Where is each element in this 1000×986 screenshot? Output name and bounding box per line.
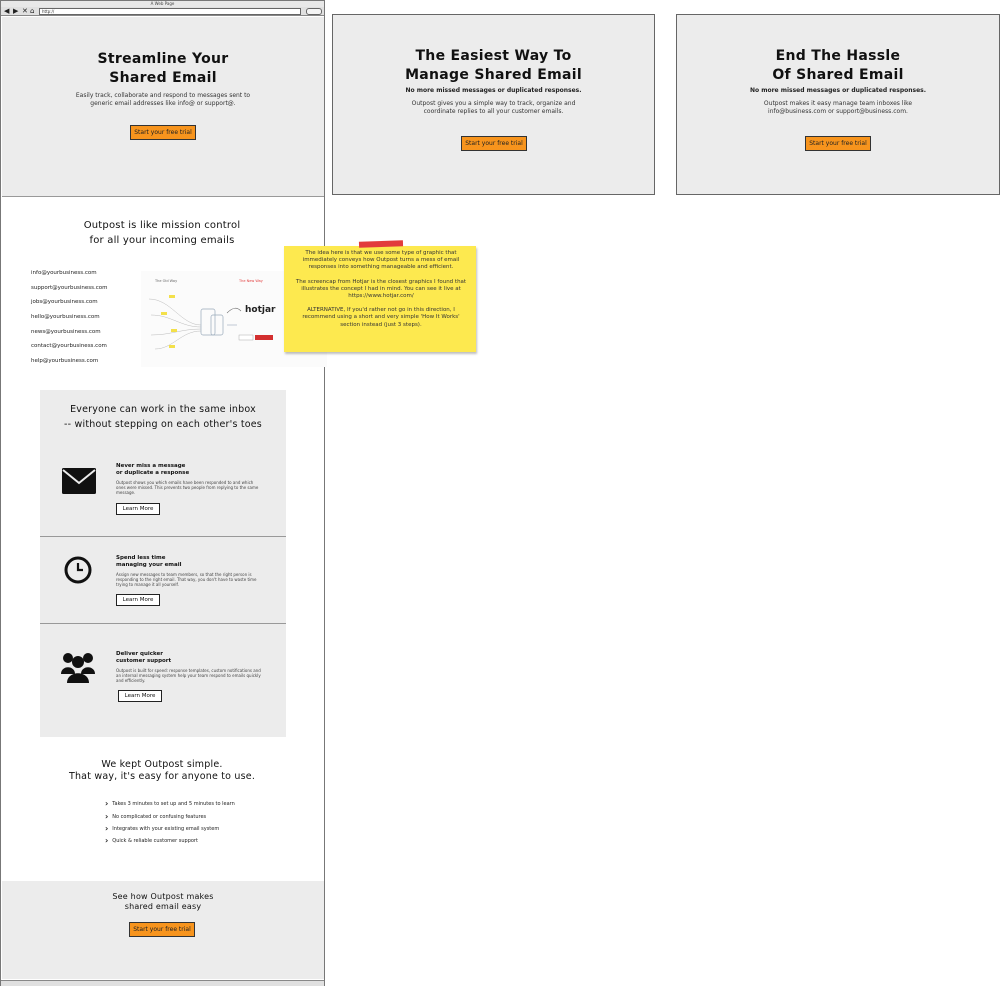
clock-icon (64, 556, 92, 584)
forward-arrow-icon[interactable]: ▶ (13, 7, 18, 16)
feature-body: Outpost shows you which emails have been… (116, 480, 259, 496)
list-item: › Quick & reliable customer support (105, 836, 198, 845)
chevron-right-icon: › (105, 824, 109, 833)
alt-hero-cta-button[interactable]: Start your free trial (461, 136, 527, 151)
hero-description: Easily track, collaborate and respond to… (75, 92, 251, 107)
email-address: support@yourbusiness.com (31, 285, 108, 291)
hotjar-logo: hotjar (245, 305, 276, 315)
alt-hero-title: End The Hassle Of Shared Email (772, 48, 904, 83)
feature-divider (40, 536, 286, 537)
new-way-label: The New Way (239, 279, 263, 283)
email-address: jobs@yourbusiness.com (31, 299, 98, 305)
footer-cta-section: See how Outpost makes shared email easy … (2, 881, 324, 979)
hero-section: Streamline Your Shared Email Easily trac… (2, 17, 324, 197)
chevron-right-icon: › (105, 836, 109, 845)
mission-title: Outpost is like mission control for all … (83, 220, 241, 246)
simple-title: We kept Outpost simple. That way, it's e… (68, 759, 256, 782)
alt-hero-panel-2: End The Hassle Of Shared Email No more m… (676, 14, 1000, 195)
alt-hero-subtitle: No more missed messages or duplicated re… (405, 87, 582, 94)
email-address: hello@yourbusiness.com (31, 314, 100, 320)
alt-hero-panel-1: The Easiest Way To Manage Shared Email N… (332, 14, 655, 195)
home-icon[interactable]: ⌂ (30, 7, 34, 16)
list-item: › Takes 3 minutes to set up and 5 minutes… (105, 799, 235, 808)
browser-window: A Web Page ◀ ▶ ✕ ⌂ http:// Streamline Yo… (0, 0, 327, 986)
feature-title: Spend less time managing your email (116, 555, 182, 568)
chevron-right-icon: › (105, 799, 109, 808)
alt-hero-cta-button[interactable]: Start your free trial (805, 136, 871, 151)
email-address: contact@yourbusiness.com (31, 343, 107, 349)
feature-divider (40, 623, 286, 624)
features-section: Everyone can work in the same inbox -- w… (40, 390, 286, 737)
footer-cta-button[interactable]: Start your free trial (129, 922, 195, 937)
chevron-right-icon: › (105, 812, 109, 821)
browser-status-bar (1, 980, 324, 986)
learn-more-button[interactable]: Learn More (116, 594, 160, 606)
learn-more-button[interactable]: Learn More (118, 690, 162, 702)
feature-body: Assign new messages to team members, so … (116, 572, 257, 588)
alt-hero-description: Outpost makes it easy manage team inboxe… (763, 100, 913, 115)
email-address: info@yourbusiness.com (31, 270, 97, 276)
alt-hero-subtitle: No more missed messages or duplicated re… (749, 87, 926, 94)
envelope-icon (62, 468, 96, 494)
team-icon (61, 653, 95, 683)
feature-title: Deliver quicker customer support (116, 651, 172, 664)
old-way-label: The Old Way (155, 279, 178, 283)
feature-body: Outpost is built for speed: response tem… (116, 668, 261, 684)
features-title: Everyone can work in the same inbox -- w… (64, 404, 262, 430)
footer-cta-title: See how Outpost makes shared email easy (112, 892, 214, 911)
url-input[interactable]: http:// (39, 8, 301, 15)
email-address: help@yourbusiness.com (31, 358, 99, 364)
hero-cta-button[interactable]: Start your free trial (130, 125, 196, 140)
browser-menu-button[interactable] (306, 8, 322, 15)
learn-more-button[interactable]: Learn More (116, 503, 160, 515)
alt-hero-title: The Easiest Way To Manage Shared Email (405, 48, 582, 83)
list-item: › No complicated or confusing features (105, 812, 207, 821)
hero-title: Streamline Your Shared Email (97, 51, 229, 86)
list-item: › Integrates with your existing email sys… (105, 824, 220, 833)
close-x-icon[interactable]: ✕ (22, 7, 28, 16)
email-address: news@yourbusiness.com (31, 329, 101, 335)
back-arrow-icon[interactable]: ◀ (4, 7, 9, 16)
sticky-note-text: The idea here is that we use some type o… (295, 250, 467, 328)
alt-hero-description: Outpost gives you a simple way to track,… (411, 100, 576, 115)
feature-title: Never miss a message or duplicate a resp… (116, 463, 190, 476)
browser-toolbar: ◀ ▶ ✕ ⌂ http:// (1, 7, 324, 16)
